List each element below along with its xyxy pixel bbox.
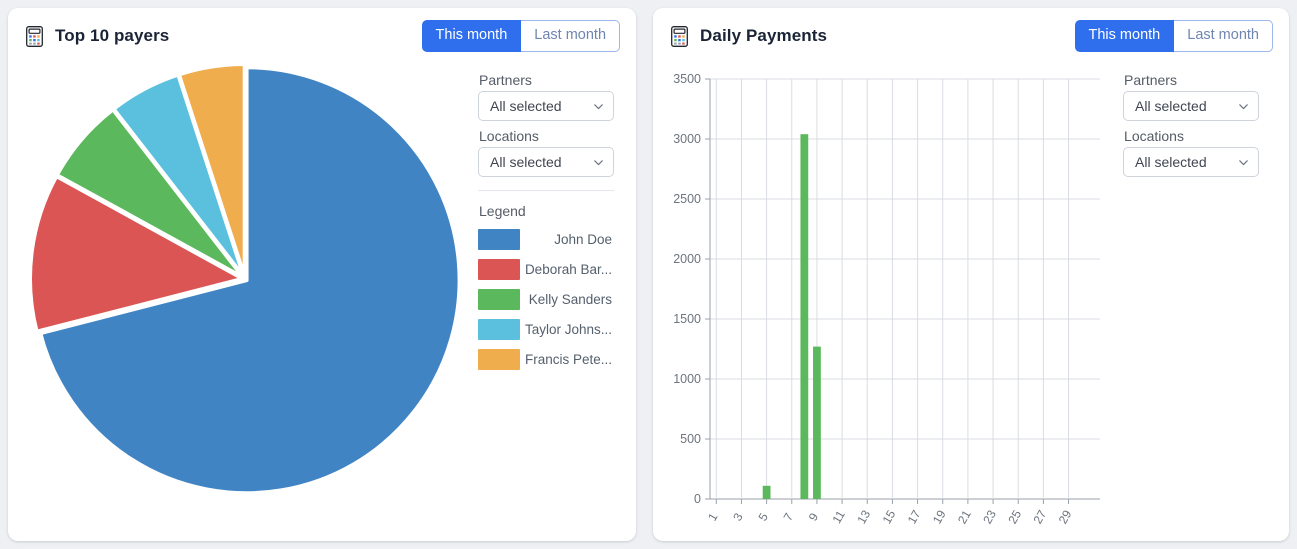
legend-label: John Doe (520, 232, 628, 247)
legend-title: Legend (479, 203, 628, 219)
panel-body-top-payers: Partners All selected Locations All sele… (8, 64, 636, 541)
chevron-down-icon (592, 100, 605, 113)
locations-select-value: All selected (490, 154, 592, 170)
legend-item[interactable]: John Doe (478, 228, 628, 250)
period-toggle-top-payers: This month Last month (422, 20, 620, 52)
y-axis-label: 3500 (673, 72, 701, 86)
partners-label: Partners (479, 72, 628, 88)
x-axis-label: 3 (730, 510, 746, 523)
locations-select[interactable]: All selected (478, 147, 614, 177)
y-axis-label: 0 (694, 492, 701, 506)
locations-label: Locations (1124, 128, 1273, 144)
calculator-icon (671, 26, 688, 47)
locations-select-value: All selected (1135, 154, 1237, 170)
panel-title-group: Daily Payments (671, 26, 827, 47)
legend-list: John Doe Deborah Bar... Kelly Sanders Taylo… (478, 228, 628, 370)
this-month-button[interactable]: This month (1075, 20, 1175, 52)
x-axis-label: 25 (1005, 507, 1024, 526)
period-toggle-daily-payments: This month Last month (1075, 20, 1273, 52)
panel-top-payers: Top 10 payers This month Last month Part… (8, 8, 636, 541)
bar-chart-svg: 0500100015002000250030003500 13579111315… (653, 64, 1123, 541)
last-month-button[interactable]: Last month (521, 20, 620, 52)
y-axis-label: 3000 (673, 132, 701, 146)
legend-swatch (478, 229, 520, 250)
legend-label: Taylor Johns... (520, 322, 628, 337)
bar[interactable] (800, 134, 808, 499)
calculator-icon (26, 26, 43, 47)
panel-header-top-payers: Top 10 payers This month Last month (8, 8, 636, 64)
panel-body-daily-payments: 0500100015002000250030003500 13579111315… (653, 64, 1289, 541)
chevron-down-icon (1237, 156, 1250, 169)
x-axis-label: 23 (980, 507, 999, 526)
legend-label: Francis Pete... (520, 352, 628, 367)
y-axis-label: 1000 (673, 372, 701, 386)
this-month-button[interactable]: This month (422, 20, 522, 52)
pie-chart (8, 64, 478, 541)
bar-side-controls: Partners All selected Locations All sele… (1123, 64, 1273, 541)
partners-select-value: All selected (490, 98, 592, 114)
legend-label: Kelly Sanders (520, 292, 628, 307)
legend-swatch (478, 319, 520, 340)
divider (478, 190, 614, 191)
x-axis-label: 13 (854, 507, 873, 526)
partners-select[interactable]: All selected (1123, 91, 1259, 121)
legend-item[interactable]: Deborah Bar... (478, 258, 628, 280)
pie-side-controls: Partners All selected Locations All sele… (478, 64, 628, 541)
panel-daily-payments: Daily Payments This month Last month 0 50… (653, 8, 1289, 541)
page-title: Top 10 payers (55, 26, 169, 46)
legend-label: Deborah Bar... (520, 262, 628, 277)
legend-swatch (478, 349, 520, 370)
dashboard-root: Top 10 payers This month Last month Part… (0, 0, 1297, 549)
pie-chart-svg (8, 64, 478, 541)
panel-header-daily-payments: Daily Payments This month Last month (653, 8, 1289, 64)
x-axis-label: 5 (755, 510, 771, 523)
x-axis-label: 15 (880, 507, 899, 526)
locations-select[interactable]: All selected (1123, 147, 1259, 177)
bar[interactable] (763, 486, 771, 499)
y-axis-label: 2000 (673, 252, 701, 266)
y-axis-label: 2500 (673, 192, 701, 206)
legend-item[interactable]: Taylor Johns... (478, 318, 628, 340)
page-title: Daily Payments (700, 26, 827, 46)
panel-title-group: Top 10 payers (26, 26, 169, 47)
x-axis-label: 9 (806, 510, 822, 523)
chevron-down-icon (592, 156, 605, 169)
last-month-button[interactable]: Last month (1174, 20, 1273, 52)
partners-select-value: All selected (1135, 98, 1237, 114)
x-axis-label: 1 (705, 510, 721, 523)
x-axis-label: 19 (930, 507, 949, 526)
y-axis-label: 1500 (673, 312, 701, 326)
partners-label: Partners (1124, 72, 1273, 88)
x-axis-label: 27 (1031, 507, 1050, 526)
x-axis-label: 11 (829, 508, 848, 526)
x-axis-label: 7 (781, 510, 797, 523)
x-axis-label: 17 (905, 507, 924, 526)
partners-select[interactable]: All selected (478, 91, 614, 121)
chevron-down-icon (1237, 100, 1250, 113)
bar[interactable] (813, 347, 821, 499)
legend-swatch (478, 289, 520, 310)
legend-item[interactable]: Kelly Sanders (478, 288, 628, 310)
x-axis-label: 21 (955, 507, 974, 526)
locations-label: Locations (479, 128, 628, 144)
bar-chart: 0500100015002000250030003500 13579111315… (653, 64, 1123, 541)
legend-swatch (478, 259, 520, 280)
y-axis-label: 500 (680, 432, 701, 446)
x-axis-label: 29 (1056, 507, 1075, 526)
legend-item[interactable]: Francis Pete... (478, 348, 628, 370)
